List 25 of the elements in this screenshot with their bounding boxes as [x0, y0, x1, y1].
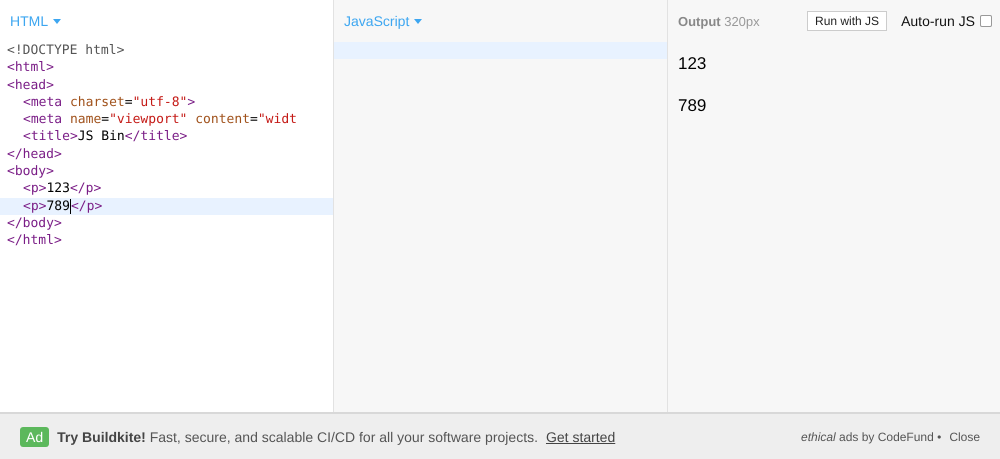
code-line: </head>	[6, 146, 63, 164]
caret-icon	[53, 18, 62, 24]
auto-run-label[interactable]: Auto-run JS	[901, 13, 975, 29]
ad-badge: Ad	[20, 426, 50, 446]
text-cursor	[70, 198, 71, 214]
code-line: <!DOCTYPE html>	[6, 42, 126, 60]
code-line: </body>	[6, 214, 63, 232]
output-paragraph: 789	[678, 96, 708, 116]
run-button[interactable]: Run with JS	[807, 11, 888, 31]
code-line: <meta charset="utf-8">	[22, 94, 196, 112]
code-line: <body>	[6, 163, 55, 180]
get-started-link[interactable]: Get started	[546, 428, 616, 444]
code-line: </html>	[6, 232, 63, 250]
close-link[interactable]: Close	[949, 430, 980, 444]
code-line: <html>	[6, 59, 55, 77]
output-paragraph: 123	[678, 54, 708, 74]
output-title: Output 320px	[678, 14, 760, 28]
auto-run-checkbox[interactable]	[980, 15, 992, 27]
ad-message: Try Buildkite! Fast, secure, and scalable CI/CD for all your software projects.	[57, 428, 538, 444]
code-line: <p>123</p>	[22, 180, 102, 198]
ad-attribution: ethical ads by CodeFund •	[801, 430, 942, 444]
code-line: <meta name="viewport" content="widt	[22, 111, 298, 128]
code-line: <title>JS Bin</title>	[22, 128, 188, 146]
caret-icon	[414, 18, 422, 24]
code-line: <head>	[6, 76, 55, 94]
